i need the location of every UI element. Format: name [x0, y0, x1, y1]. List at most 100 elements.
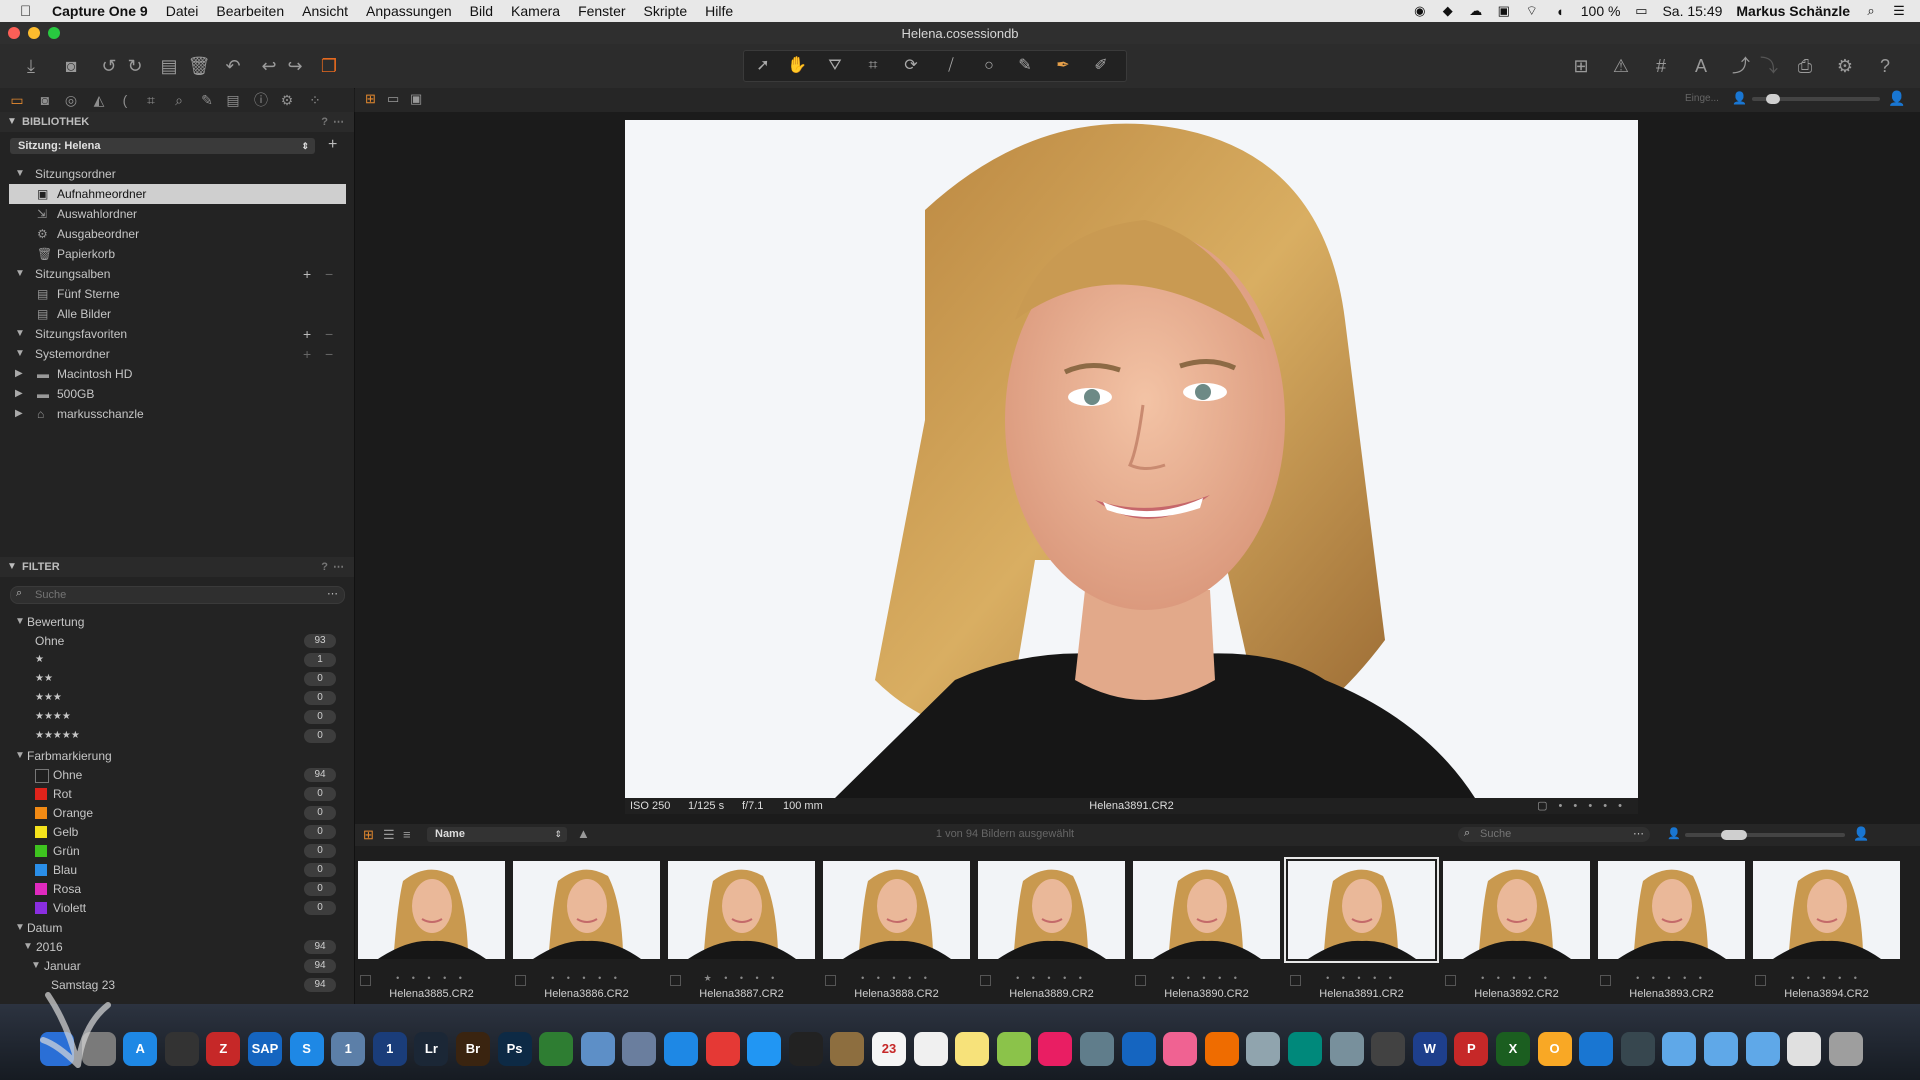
folder-selects[interactable]: ⇲ Auswahlordner: [0, 204, 354, 224]
filter-search[interactable]: ⌕ ⋯: [10, 586, 345, 604]
zoom-slider[interactable]: [1752, 94, 1880, 104]
group-color-tag[interactable]: ▼ Farbmarkierung: [0, 746, 354, 766]
group-date[interactable]: ▼ Datum: [0, 918, 354, 938]
folder-capture[interactable]: ▣ Aufnahmeordner: [9, 184, 346, 204]
viewer-rating-dots[interactable]: ▢ • • • • •: [1537, 798, 1626, 814]
dock-app-icon[interactable]: A: [123, 1032, 158, 1066]
capture-tab-icon[interactable]: ◙: [34, 91, 56, 109]
move-to-selects-icon[interactable]: ▤: [156, 54, 182, 78]
collapse-icon[interactable]: ▼: [7, 112, 17, 132]
menu-skripte[interactable]: Skripte: [644, 3, 688, 19]
system-home[interactable]: ▶ ⌂ markusschanzle: [0, 404, 354, 424]
apply-disabled-icon[interactable]: ⤵: [1756, 54, 1782, 78]
keystone-cursor-icon[interactable]: ⧸: [936, 54, 966, 78]
filmstrip-view-icon[interactable]: ≡: [403, 827, 411, 842]
thumbnail[interactable]: [823, 861, 970, 959]
battery-percent[interactable]: 100 %: [1581, 3, 1621, 19]
filter-search-input[interactable]: [35, 588, 305, 601]
menu-bild[interactable]: Bild: [470, 3, 493, 19]
dock-app-icon[interactable]: [539, 1032, 574, 1066]
thumbnail-rating[interactable]: • • • • •: [1598, 973, 1745, 983]
color-tag-green[interactable]: Grün 0: [0, 841, 354, 861]
thumbnail-rating[interactable]: • • • • •: [1288, 973, 1435, 983]
dock-app-icon[interactable]: SAP: [248, 1032, 282, 1066]
notification-center-icon[interactable]: ☰: [1892, 3, 1906, 19]
chevron-right-icon[interactable]: ▶: [15, 404, 23, 424]
spotlight-icon[interactable]: ⌕: [1864, 3, 1878, 19]
color-tag-yellow[interactable]: Gelb 0: [0, 822, 354, 842]
library-tab-icon[interactable]: ▭: [6, 91, 28, 109]
batch-tab-icon[interactable]: ⚙: [276, 91, 298, 109]
settings-icon[interactable]: ⚙: [1832, 54, 1858, 78]
dock-app-icon[interactable]: [1121, 1032, 1156, 1066]
more-icon[interactable]: ⋯: [1633, 827, 1644, 840]
collapse-icon[interactable]: ▼: [7, 557, 17, 577]
app-menu[interactable]: Capture One 9: [52, 3, 148, 19]
dock-app-icon[interactable]: Z: [206, 1032, 241, 1066]
primary-variant-icon[interactable]: ▣: [410, 91, 422, 107]
sort-direction-icon[interactable]: ▲: [577, 826, 590, 841]
annotation-cursor-icon[interactable]: ✐: [1086, 54, 1116, 78]
output-tab-icon[interactable]: ▤: [222, 91, 244, 109]
dock-app-icon[interactable]: [1620, 1032, 1655, 1066]
rotate-right-icon[interactable]: ↻: [122, 54, 148, 78]
details-tab-icon[interactable]: ⌕: [168, 91, 190, 109]
album-all-images[interactable]: ▤ Alle Bilder: [0, 304, 354, 324]
menu-fenster[interactable]: Fenster: [578, 3, 625, 19]
date-month[interactable]: ▼ Januar 94: [0, 956, 354, 976]
color-tag-orange[interactable]: Orange 0: [0, 803, 354, 823]
dock-app-icon[interactable]: 23: [872, 1032, 906, 1066]
status-cloud-icon[interactable]: ☁: [1469, 3, 1483, 19]
grid-icon[interactable]: #: [1648, 54, 1674, 78]
help-icon[interactable]: ?: [321, 557, 328, 577]
dock-app-icon[interactable]: Br: [456, 1032, 490, 1066]
chevron-right-icon[interactable]: ▶: [15, 364, 23, 384]
zoom-slider-thumb[interactable]: [1766, 94, 1780, 104]
dock-app-icon[interactable]: [164, 1032, 199, 1066]
brush-cursor-icon[interactable]: ✎: [1010, 54, 1040, 78]
main-photo[interactable]: [625, 120, 1638, 798]
group-session-folders[interactable]: ▼ Sitzungsordner: [0, 164, 354, 184]
loupe-cursor-icon[interactable]: ⛛: [820, 54, 850, 78]
date-year[interactable]: ▼ 2016 94: [0, 937, 354, 957]
menu-hilfe[interactable]: Hilfe: [705, 3, 733, 19]
dock-app-icon[interactable]: [1662, 1032, 1697, 1066]
menu-bearbeiten[interactable]: Bearbeiten: [216, 3, 284, 19]
dock-app-icon[interactable]: [1371, 1032, 1406, 1066]
thumbnail-rating[interactable]: • • • • •: [358, 973, 505, 983]
chevron-right-icon[interactable]: ▶: [15, 384, 23, 404]
multi-view-icon[interactable]: ⊞: [365, 91, 376, 107]
rating-4[interactable]: ★★★★ 0: [0, 707, 354, 727]
folder-output[interactable]: ⚙ Ausgabeordner: [0, 224, 354, 244]
thumbnail[interactable]: [1443, 861, 1590, 959]
metadata-tab-icon[interactable]: ⓘ: [250, 91, 272, 109]
dock-app-icon[interactable]: 1: [331, 1032, 366, 1066]
rating-3[interactable]: ★★★ 0: [0, 688, 354, 708]
color-tag-none[interactable]: Ohne 94: [0, 765, 354, 785]
thumbnail-rating[interactable]: • • • • •: [1443, 973, 1590, 983]
rotate-left-icon[interactable]: ↺: [96, 54, 122, 78]
thumbnail-rating[interactable]: • • • • •: [1133, 973, 1280, 983]
lens-tab-icon[interactable]: (: [114, 91, 136, 109]
dock-app-icon[interactable]: 1: [372, 1032, 407, 1066]
select-cursor-icon[interactable]: ➚: [748, 54, 778, 78]
more-icon[interactable]: ⋯: [333, 557, 344, 577]
print-icon[interactable]: ⎙: [1792, 54, 1818, 78]
album-five-stars[interactable]: ▤ Fünf Sterne: [0, 284, 354, 304]
menu-kamera[interactable]: Kamera: [511, 3, 560, 19]
thumbnail-size-slider[interactable]: [1685, 830, 1845, 840]
sort-select[interactable]: Name ⇕: [427, 827, 567, 842]
undo-icon[interactable]: ↩: [256, 54, 282, 78]
delete-icon[interactable]: 🗑: [186, 54, 212, 78]
reset-adjustments-icon[interactable]: ↶: [220, 54, 246, 78]
menu-ansicht[interactable]: Ansicht: [302, 3, 348, 19]
more-icon[interactable]: ⋯: [333, 112, 344, 132]
dock-app-icon[interactable]: [1787, 1032, 1822, 1066]
more-icon[interactable]: ⋯: [327, 587, 338, 600]
thumbnail[interactable]: [1598, 861, 1745, 959]
copy-adjustments-icon[interactable]: ❐: [316, 54, 342, 78]
dock-app-icon[interactable]: [1329, 1032, 1364, 1066]
copy-apply-icon[interactable]: ⤴: [1728, 54, 1754, 78]
remove-favorite-icon[interactable]: −: [325, 324, 333, 344]
remove-album-icon[interactable]: −: [325, 264, 333, 284]
